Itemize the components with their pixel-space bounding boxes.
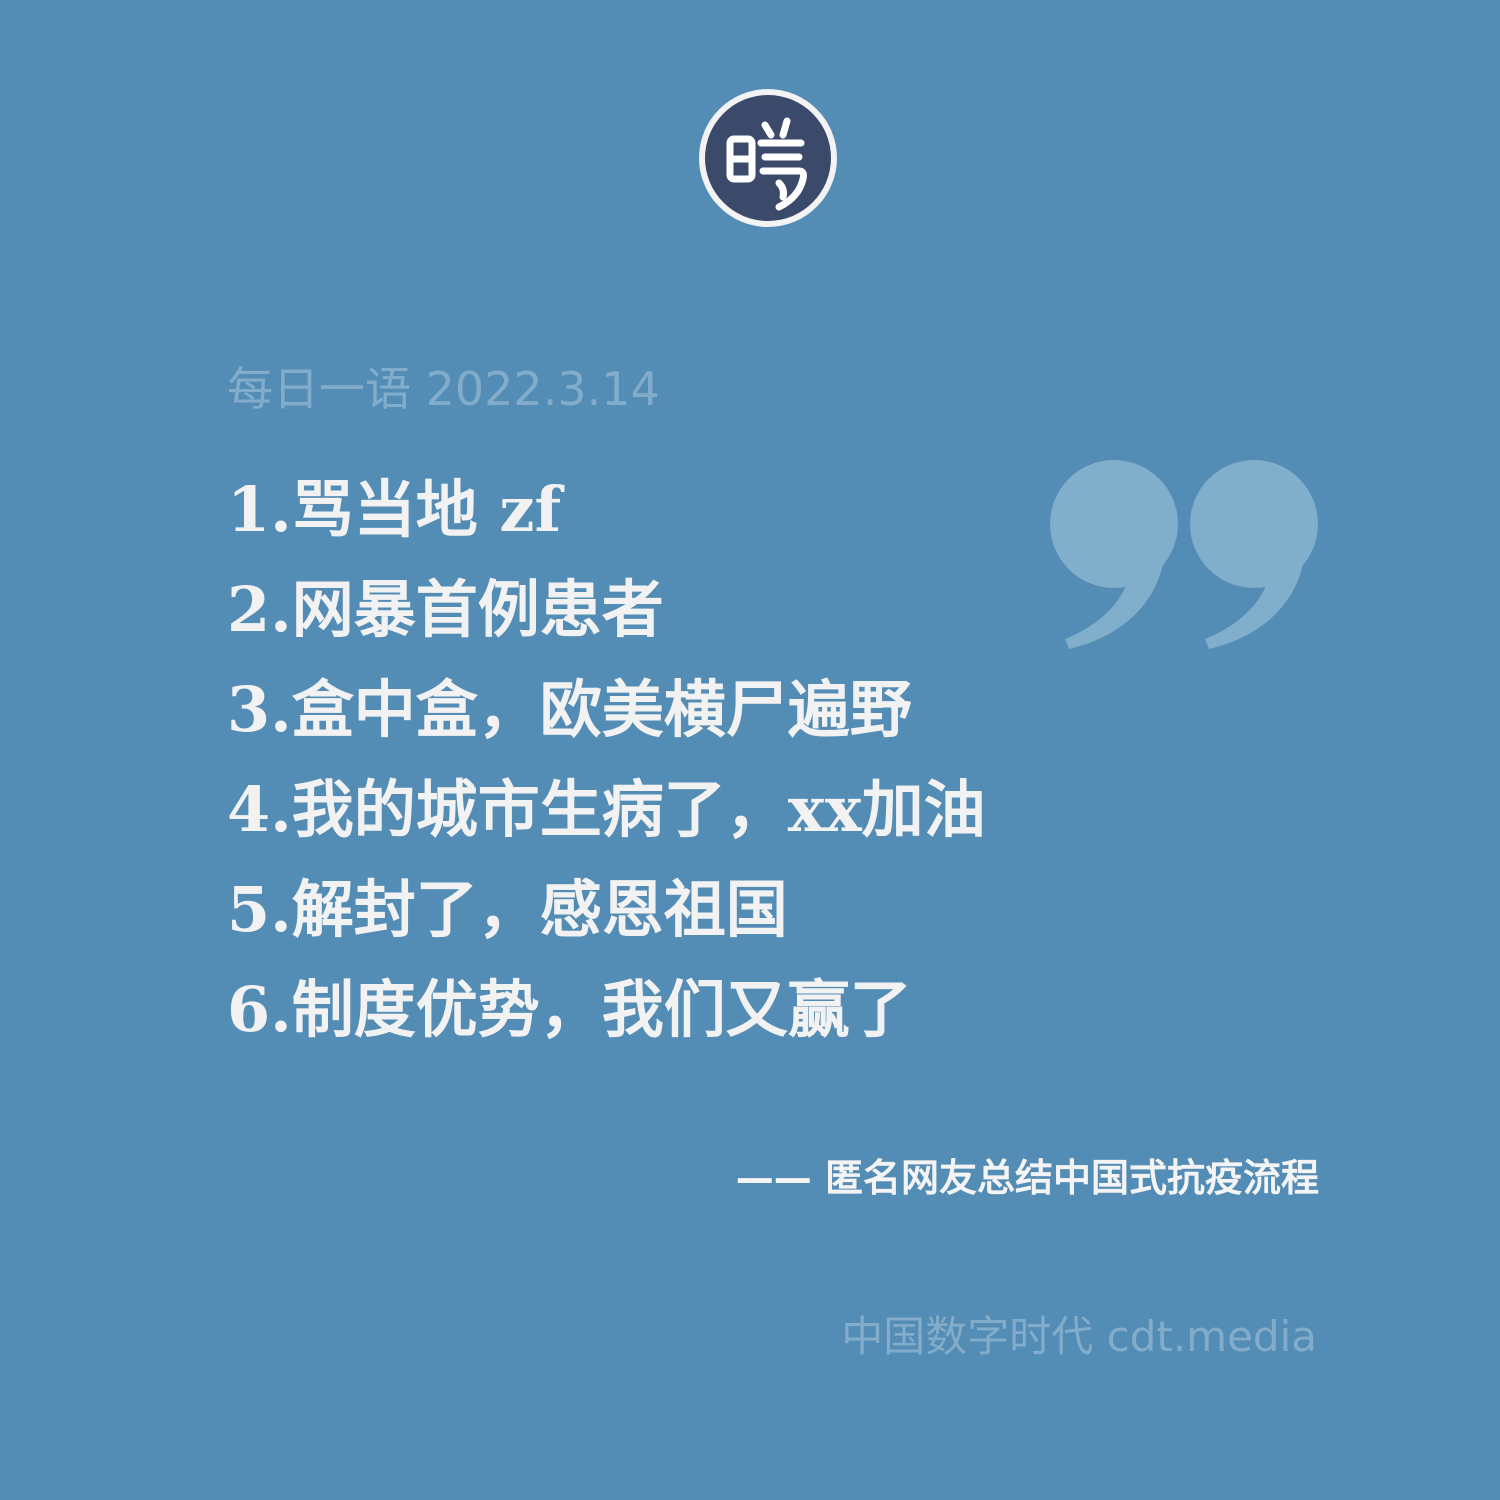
- cdt-seal-icon: [699, 89, 837, 227]
- cdt-logo: [697, 87, 839, 229]
- quote-line: 2.网暴首例患者: [227, 573, 664, 646]
- quote-lines: 1.骂当地 zf 2.网暴首例患者 3.盒中盒，欧美横尸遍野 4.我的城市生病了…: [227, 460, 986, 1060]
- daily-quote-header: 每日一语 2022.3.14: [227, 362, 660, 416]
- quote-line: 4.我的城市生病了，xx加油: [227, 773, 986, 846]
- quote-line: 6.制度优势，我们又赢了: [227, 973, 912, 1046]
- closing-quote-icon: [1045, 455, 1325, 655]
- quote-line: 3.盒中盒，欧美横尸遍野: [227, 673, 912, 746]
- quote-line: 5.解封了，感恩祖国: [227, 873, 788, 946]
- site-credit: 中国数字时代 cdt.media: [841, 1312, 1317, 1361]
- quote-line: 1.骂当地 zf: [227, 473, 562, 546]
- quote-attribution: —— 匿名网友总结中国式抗疫流程: [735, 1156, 1319, 1200]
